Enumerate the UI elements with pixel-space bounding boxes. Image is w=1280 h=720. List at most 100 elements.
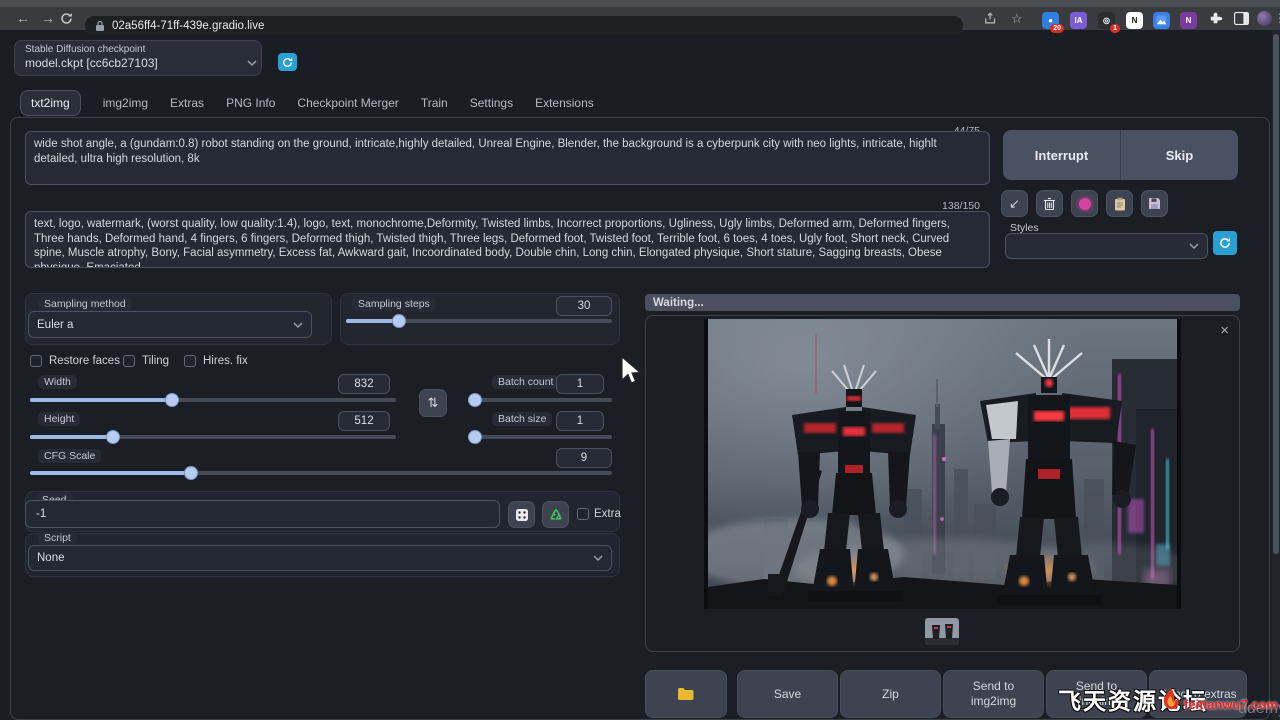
width-value[interactable]: 832	[338, 374, 390, 394]
browser-toolbar: ← → 02a56ff4-71ff-439e.gradio.live ☆ ● 2…	[0, 7, 1280, 30]
sampling-method-value: Euler a	[37, 319, 73, 331]
bookmark-star-icon[interactable]: ☆	[1011, 7, 1023, 30]
batch-count-value[interactable]: 1	[556, 374, 604, 394]
tab-txt2img[interactable]: txt2img	[20, 90, 81, 116]
ext-camera-icon[interactable]: ◎ 1	[1098, 12, 1115, 29]
restore-faces-checkbox[interactable]	[30, 355, 42, 367]
app-root: ← → 02a56ff4-71ff-439e.gradio.live ☆ ● 2…	[0, 0, 1280, 720]
send-to-img2img-button[interactable]: Send to img2img	[943, 670, 1044, 718]
height-value[interactable]: 512	[338, 411, 390, 431]
batch-size-slider[interactable]	[468, 435, 612, 439]
reuse-seed-button[interactable]	[542, 501, 569, 528]
tab-extras[interactable]: Extras	[170, 96, 204, 110]
side-panel-icon[interactable]	[1234, 12, 1249, 25]
scrollbar-thumb[interactable]	[1273, 34, 1279, 554]
sampling-method-dropdown[interactable]: Euler a	[28, 311, 312, 338]
tab-img2img[interactable]: img2img	[103, 96, 148, 110]
width-slider[interactable]	[30, 398, 396, 402]
profile-avatar[interactable]	[1257, 11, 1272, 26]
trash-icon	[1043, 197, 1056, 211]
save-style-button[interactable]	[1141, 190, 1168, 217]
ext-onenote-icon[interactable]: N	[1180, 12, 1197, 29]
script-value: None	[37, 552, 65, 564]
zip-button[interactable]: Zip	[840, 670, 941, 718]
checkpoint-refresh-button[interactable]	[278, 53, 297, 71]
tab-extensions[interactable]: Extensions	[535, 96, 594, 110]
extra-networks-button[interactable]	[1071, 190, 1098, 217]
domain-watermark: feitianwu7.com	[1184, 697, 1278, 712]
script-dropdown[interactable]: None	[28, 545, 612, 571]
ext-ia-icon[interactable]: IA	[1070, 12, 1087, 29]
progress-status-text: Waiting...	[653, 297, 704, 309]
batch-size-label: Batch size	[492, 412, 552, 426]
paste-params-button[interactable]: ↙	[1001, 190, 1028, 217]
tiling-label: Tiling	[142, 355, 169, 367]
ext-pin-icon[interactable]: ● 20	[1042, 12, 1059, 29]
script-label: Script	[38, 531, 77, 545]
sampling-method-label: Sampling method	[38, 297, 132, 311]
ext-notion-icon[interactable]: N	[1126, 12, 1143, 29]
height-slider[interactable]	[30, 435, 396, 439]
batch-size-value[interactable]: 1	[556, 411, 604, 431]
random-seed-button[interactable]	[508, 501, 535, 528]
cfg-scale-label: CFG Scale	[38, 449, 101, 463]
generate-controls: Interrupt Skip	[1003, 130, 1238, 180]
tab-checkpoint-merger[interactable]: Checkpoint Merger	[297, 96, 398, 110]
styles-refresh-button[interactable]	[1213, 231, 1237, 255]
flame-logo-icon	[1158, 686, 1184, 712]
back-icon[interactable]: ←	[16, 7, 30, 30]
save-button[interactable]: Save	[737, 670, 838, 718]
swap-dimensions-button[interactable]: ⇅	[419, 389, 447, 417]
share-icon[interactable]	[984, 12, 998, 25]
open-folder-button[interactable]	[645, 670, 727, 718]
forward-icon[interactable]: →	[41, 7, 55, 30]
seed-input[interactable]	[25, 500, 500, 528]
checkpoint-label: Stable Diffusion checkpoint	[25, 44, 145, 55]
chevron-down-icon	[293, 320, 303, 330]
ext-image-icon[interactable]	[1153, 12, 1170, 29]
chevron-down-icon	[247, 58, 257, 68]
tab-settings[interactable]: Settings	[470, 96, 513, 110]
ext-pin-badge: 20	[1050, 24, 1064, 33]
swap-arrows-icon: ⇅	[428, 395, 439, 411]
progress-bar: Waiting...	[645, 294, 1240, 311]
reload-icon[interactable]	[60, 12, 73, 25]
cfg-scale-slider[interactable]	[30, 471, 612, 475]
apply-styles-button[interactable]	[1106, 190, 1133, 217]
interrupt-button[interactable]: Interrupt	[1003, 130, 1121, 180]
checkpoint-dropdown[interactable]: model.ckpt [cc6cb27103]	[25, 56, 257, 70]
tiling-checkbox[interactable]	[123, 355, 135, 367]
folder-icon	[677, 687, 695, 701]
sampling-steps-slider[interactable]	[346, 319, 612, 323]
lock-icon	[95, 20, 105, 32]
close-gallery-icon[interactable]: ×	[1220, 324, 1229, 338]
floppy-disk-icon	[1148, 197, 1161, 210]
extensions-puzzle-icon[interactable]	[1208, 12, 1223, 27]
checkpoint-block: Stable Diffusion checkpoint model.ckpt […	[14, 40, 262, 76]
ext-camera-badge: 1	[1110, 24, 1120, 33]
skip-button[interactable]: Skip	[1121, 130, 1238, 180]
mouse-cursor	[620, 356, 642, 386]
sampling-steps-value[interactable]: 30	[556, 296, 612, 316]
batch-count-slider[interactable]	[468, 398, 612, 402]
chevron-down-icon	[593, 553, 603, 563]
styles-dropdown[interactable]	[1005, 233, 1208, 259]
prompt-input[interactable]: wide shot angle, a (gundam:0.8) robot st…	[25, 131, 990, 185]
tab-png-info[interactable]: PNG Info	[226, 96, 275, 110]
gallery-thumbnail[interactable]	[925, 618, 959, 645]
page-scrollbar[interactable]	[1272, 30, 1280, 720]
checkpoint-value: model.ckpt [cc6cb27103]	[25, 56, 158, 70]
height-label: Height	[38, 412, 80, 426]
extra-seed-checkbox[interactable]	[577, 508, 589, 520]
address-bar[interactable]: 02a56ff4-71ff-439e.gradio.live	[85, 16, 963, 35]
cfg-scale-value[interactable]: 9	[556, 448, 612, 468]
preview-image[interactable]	[704, 319, 1181, 609]
hires-fix-checkbox[interactable]	[184, 355, 196, 367]
sampling-steps-label: Sampling steps	[352, 297, 436, 311]
tab-train[interactable]: Train	[421, 96, 448, 110]
browser-menu-icon[interactable]: ⋮	[1274, 7, 1280, 30]
main-tabs: txt2img img2img Extras PNG Info Checkpoi…	[20, 90, 594, 116]
negative-prompt-input[interactable]: text, logo, watermark, (worst quality, l…	[25, 211, 990, 268]
extra-seed-label: Extra	[594, 508, 621, 520]
clear-prompt-button[interactable]	[1036, 190, 1063, 217]
